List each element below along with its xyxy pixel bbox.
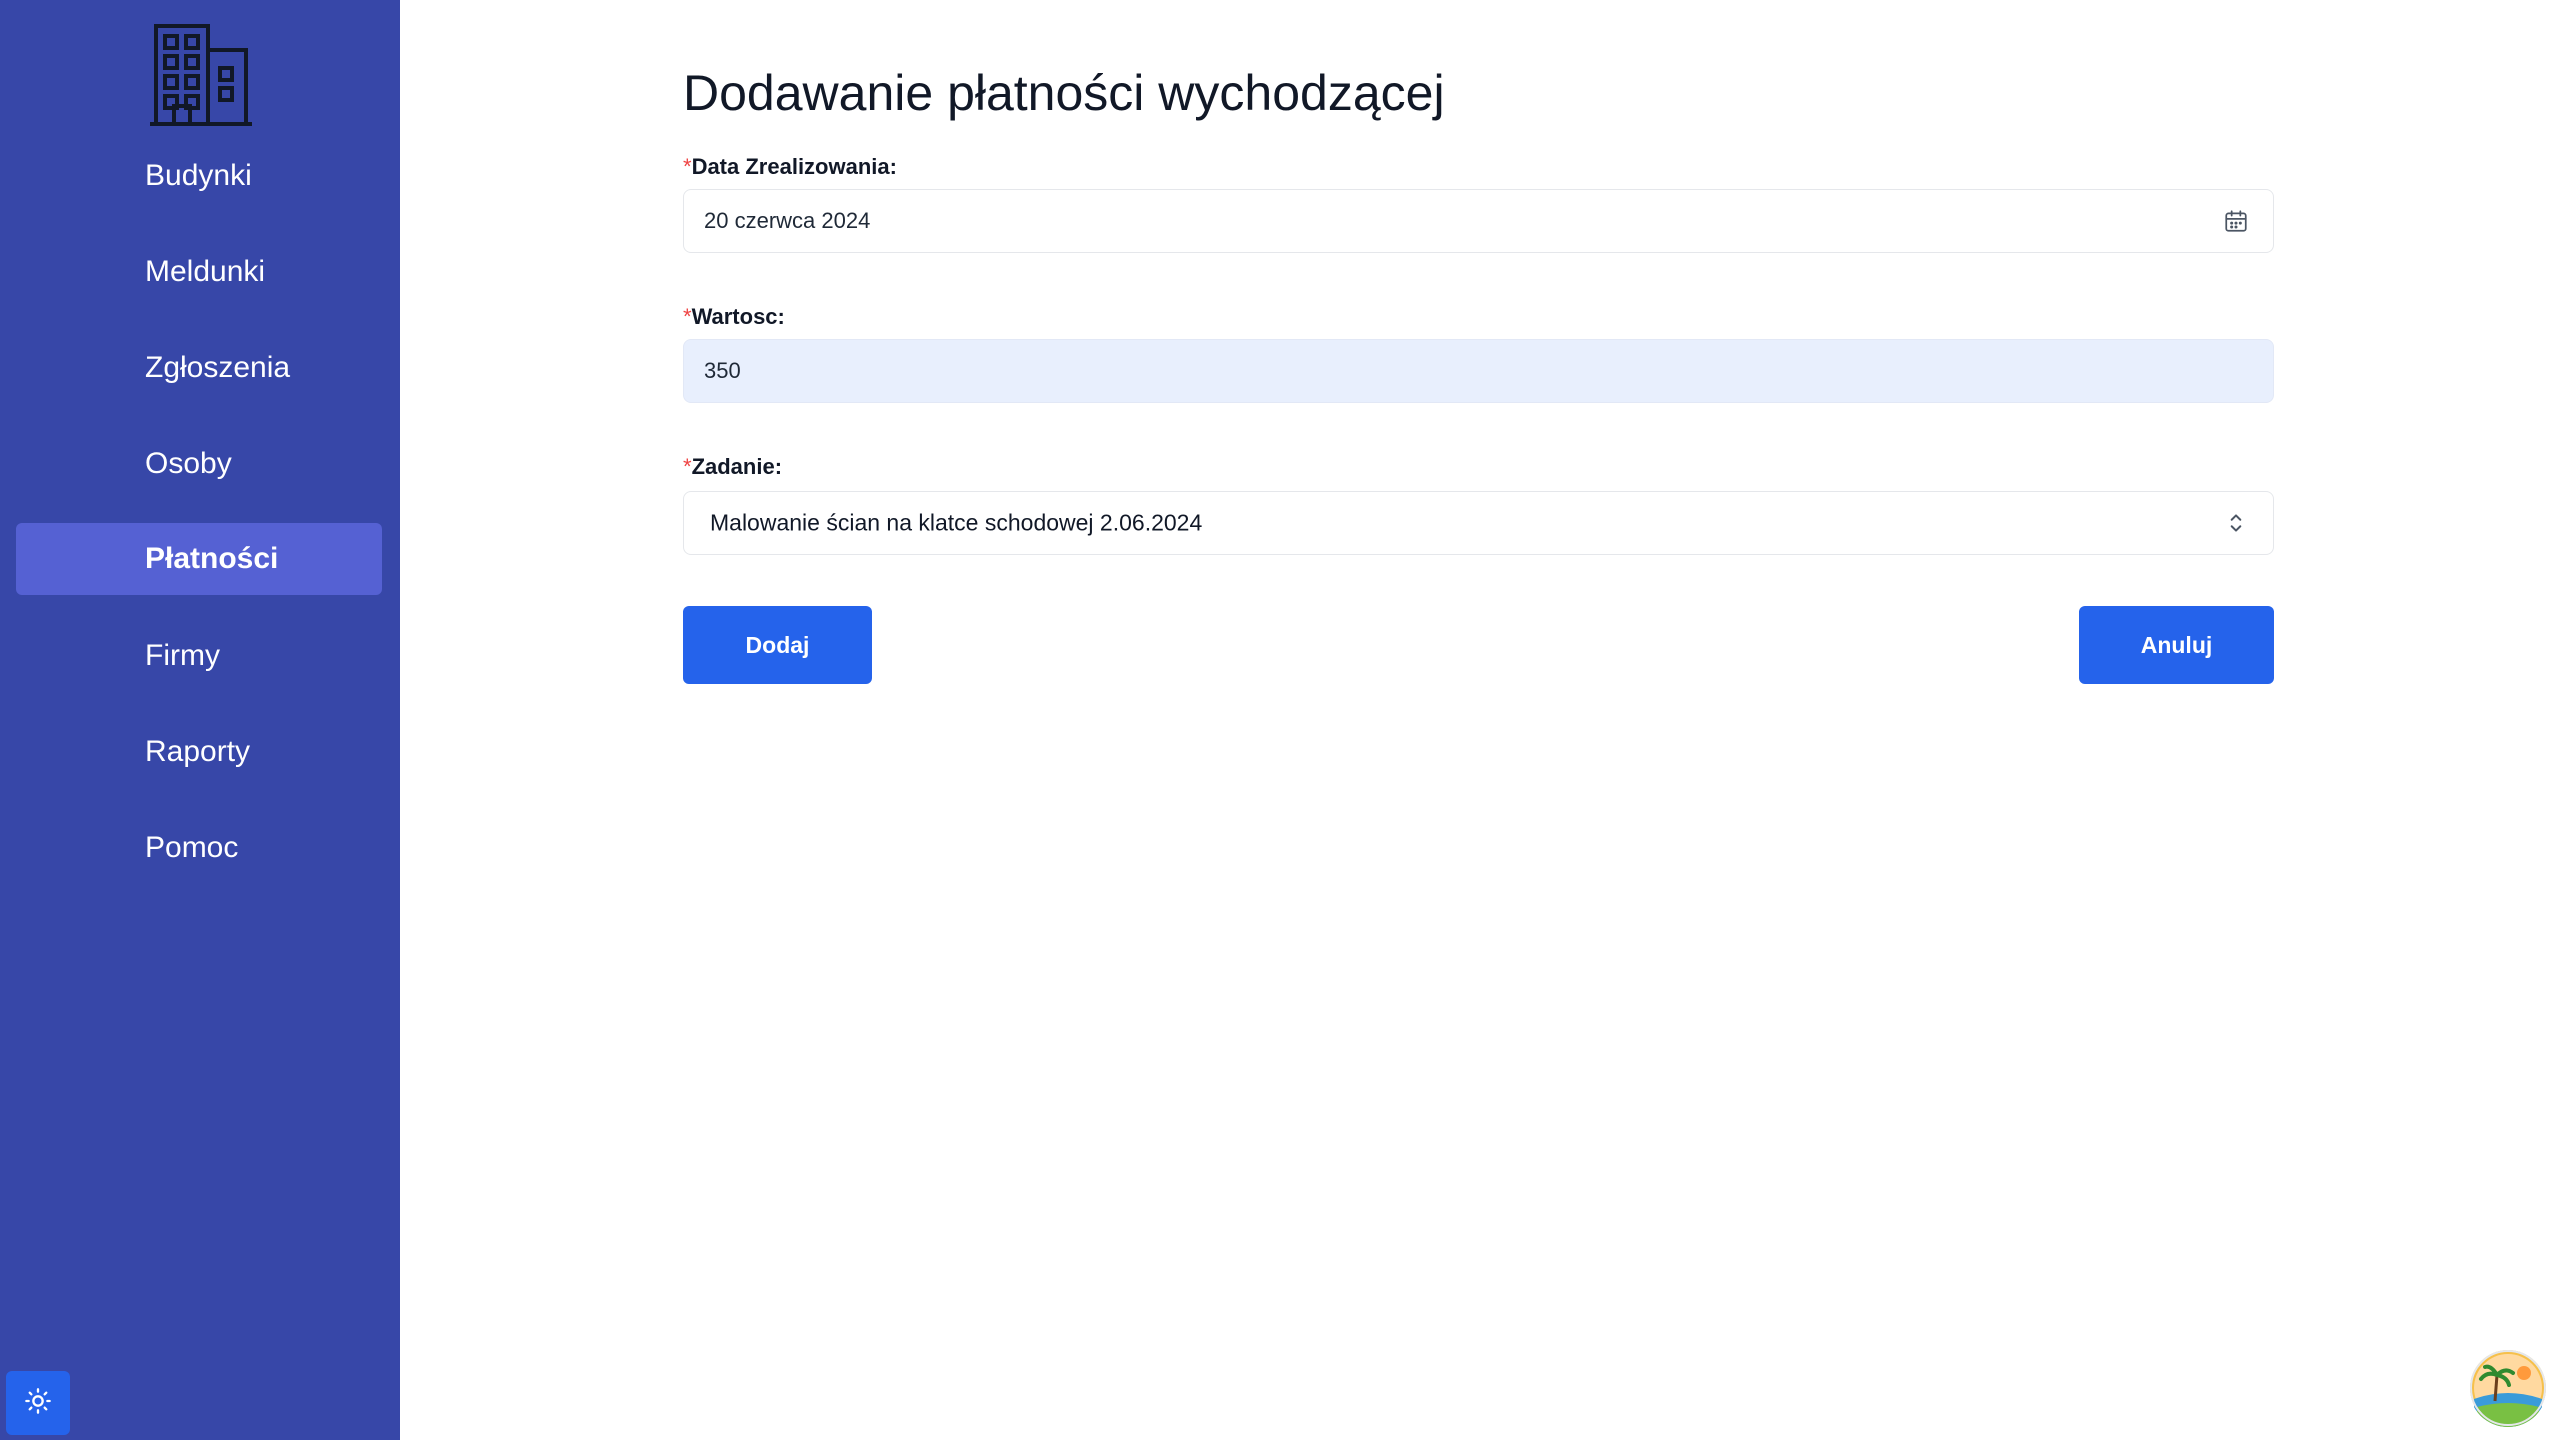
required-mark: * <box>683 304 692 329</box>
amount-label-text: Wartosc: <box>691 304 785 329</box>
amount-value: 350 <box>704 358 741 383</box>
date-field-label: *Data Zrealizowania: <box>683 154 897 180</box>
sidebar-item-label: Pomoc <box>145 831 239 864</box>
amount-field-label: *Wartosc: <box>683 304 785 330</box>
task-value: Malowanie ścian na klatce schodowej 2.06… <box>710 509 1203 536</box>
main-content: Dodawanie płatności wychodzącej *Data Zr… <box>400 0 2560 1440</box>
cancel-button[interactable]: Anuluj <box>2079 606 2274 684</box>
sidebar-item-label: Firmy <box>145 639 220 672</box>
theme-toggle-button[interactable] <box>6 1371 70 1435</box>
avatar[interactable] <box>2469 1349 2547 1427</box>
page-title: Dodawanie płatności wychodzącej <box>683 65 1445 121</box>
sidebar-item-label: Budynki <box>145 159 252 192</box>
sidebar-item-label: Płatności <box>145 542 279 575</box>
task-field-label: *Zadanie: <box>683 454 782 480</box>
sidebar-item-meldunki[interactable]: Meldunki <box>16 236 382 308</box>
sidebar-item-label: Raporty <box>145 735 251 768</box>
sidebar-item-label: Meldunki <box>145 255 266 288</box>
sidebar-item-raporty[interactable]: Raporty <box>16 716 382 788</box>
required-mark: * <box>683 154 692 179</box>
amount-field[interactable]: 350 <box>683 339 2274 403</box>
sidebar-item-label: Zgłoszenia <box>145 351 291 384</box>
sidebar-item-osoby[interactable]: Osoby <box>16 428 382 500</box>
date-label-text: Data Zrealizowania: <box>691 154 897 179</box>
sun-icon <box>24 1387 52 1420</box>
sidebar: Budynki Meldunki Zgłoszenia Osoby Płatno… <box>0 0 400 1440</box>
office-building-icon <box>150 22 252 128</box>
date-value: 20 czerwca 2024 <box>704 208 871 233</box>
sidebar-item-pomoc[interactable]: Pomoc <box>16 812 382 884</box>
sidebar-item-budynki[interactable]: Budynki <box>16 140 382 212</box>
task-select[interactable]: Malowanie ścian na klatce schodowej 2.06… <box>683 491 2274 555</box>
date-field[interactable]: 20 czerwca 2024 <box>683 189 2274 253</box>
sidebar-item-platnosci[interactable]: Płatności <box>16 523 382 595</box>
task-label-text: Zadanie: <box>691 454 783 479</box>
sidebar-item-label: Osoby <box>145 447 232 480</box>
required-mark: * <box>683 454 692 479</box>
add-button[interactable]: Dodaj <box>683 606 872 684</box>
sidebar-item-firmy[interactable]: Firmy <box>16 620 382 692</box>
chevron-up-down-icon <box>2223 510 2249 536</box>
calendar-icon[interactable] <box>2223 208 2249 234</box>
sidebar-item-zgloszenia[interactable]: Zgłoszenia <box>16 332 382 404</box>
